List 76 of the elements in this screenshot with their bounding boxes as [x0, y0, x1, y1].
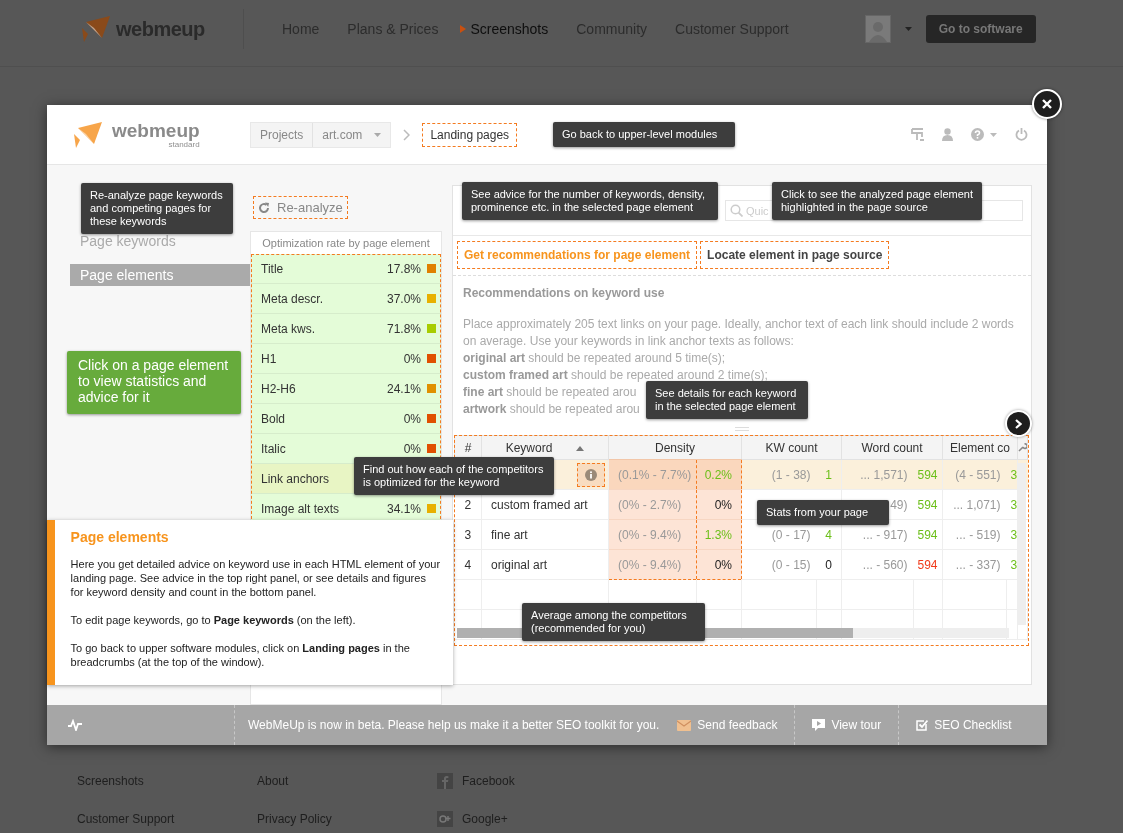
table-cell: 0% [714, 497, 732, 512]
tooltip: Average among the competitors (recommended for you) [522, 603, 705, 641]
panel-heading: Optimization rate by page element [261, 236, 431, 251]
table-cell: 0 [825, 557, 832, 572]
table-cell: ... - 917) [862, 527, 908, 542]
card-text: To edit page keywords, go to Page keywords (on the left). [70, 613, 357, 627]
table-cell: (1 - 38) [771, 467, 811, 482]
table-cell: ... 1,571) [860, 467, 908, 482]
element-rate: 0% [403, 411, 421, 426]
tooltip: See details for each keyword in the selected page element [646, 381, 808, 419]
tooltip: Click to see the analyzed page element highlighted in the page source [772, 182, 982, 220]
table-cell: 2 [464, 497, 472, 512]
recommendation-line: custom framed art should be repeated around 2 time(s); [463, 367, 768, 384]
tooltip: Go back to upper-level modules [553, 122, 735, 147]
recommendation-text: Place approximately 205 text links on your page. Ideally, anchor text of each link should include 2 words on average. Use your keywords in link anchor texts as follows: [463, 316, 1015, 350]
table-cell: (0 - 15) [771, 557, 811, 572]
table-cell: original art [491, 557, 548, 572]
element-rate: 71.8% [386, 321, 421, 336]
element-label: Meta descr. [261, 291, 324, 306]
element-rate: 0% [403, 441, 421, 456]
element-label: Link anchors [261, 471, 330, 486]
table-cell: (0% - 2.7%) [618, 497, 682, 512]
logo-text: webmeup [112, 121, 200, 141]
table-cell: ... 1,071) [953, 497, 1001, 512]
table-cell: 594 [917, 557, 938, 572]
table-cell: (0% - 9.4%) [618, 527, 682, 542]
element-label: Italic [261, 441, 286, 456]
element-rate: 17.8% [386, 261, 421, 276]
table-cell: 1 [825, 467, 832, 482]
status-message: WebMeUp is now in beta. Please help us make it a better SEO toolkit for you. [247, 718, 660, 732]
table-cell: 0.2% [704, 467, 732, 482]
tooltip: Stats from your page [757, 500, 889, 525]
table-cell: 3 [464, 527, 472, 542]
card-title: Page elements [70, 529, 170, 545]
logo-subtitle: standard [168, 141, 200, 148]
recommendation-line: original art should be repeated around 5 time(s); [463, 350, 726, 367]
element-label: H2-H6 [261, 381, 296, 396]
table-cell: 3 [1010, 467, 1018, 482]
element-label: Image alt texts [261, 501, 340, 516]
table-cell: 4 [464, 557, 472, 572]
section-title: Recommendations on keyword use [463, 286, 666, 300]
recommendation-line: artwork should be repeated arou [463, 401, 640, 418]
table-cell: 594 [917, 467, 938, 482]
table-cell: 594 [917, 527, 938, 542]
table-cell: ... - 519) [955, 527, 1001, 542]
table-cell: 3 [1010, 497, 1018, 512]
element-label: Meta kws. [261, 321, 315, 336]
element-label: Bold [261, 411, 286, 426]
table-cell: fine art [491, 527, 528, 542]
table-cell: ... - 560) [862, 557, 908, 572]
element-rate: 34.1% [386, 501, 421, 516]
table-cell: 1.3% [704, 527, 732, 542]
element-label: Title [261, 261, 284, 276]
table-cell: 0% [714, 557, 732, 572]
tooltip: Click on a page element to view statistics and advice for it [67, 351, 241, 414]
tooltip: See advice for the number of keywords, density, prominence etc. in the selected page element [462, 182, 718, 220]
table-cell: 594 [917, 497, 938, 512]
element-rate: 37.0% [386, 291, 421, 306]
element-rate: 24.1% [386, 381, 421, 396]
element-rate: 0% [403, 351, 421, 366]
table-cell: 49) [890, 497, 908, 512]
card-text: To go back to upper software modules, click on Landing pages in the breadcrumbs (at the top of the window). [70, 641, 411, 669]
table-cell: (0.1% - 7.7%) [618, 467, 692, 482]
element-label: H1 [261, 351, 277, 366]
table-cell: ... - 337) [955, 557, 1001, 572]
table-cell: (0 - 17) [771, 527, 811, 542]
table-cell: 3 [1010, 527, 1018, 542]
table-cell: 4 [825, 527, 832, 542]
tooltip: Find out how each of the competitors is optimized for the keyword [354, 457, 554, 495]
table-cell: 3 [1010, 557, 1018, 572]
table-cell: (0% - 9.4%) [618, 557, 682, 572]
table-cell: custom framed art [491, 497, 588, 512]
recommendation-line: fine art should be repeated arou [463, 384, 637, 401]
tooltip: Re-analyze page keywords and competing pages for these keywords [81, 183, 233, 234]
table-cell: (4 - 551) [955, 467, 1001, 482]
card-text: Here you get detailed advice on keyword use in each HTML element of your landing page. See advice in the top right panel, or see details and figures for keyword density and count in the bottom panel. [70, 557, 441, 599]
